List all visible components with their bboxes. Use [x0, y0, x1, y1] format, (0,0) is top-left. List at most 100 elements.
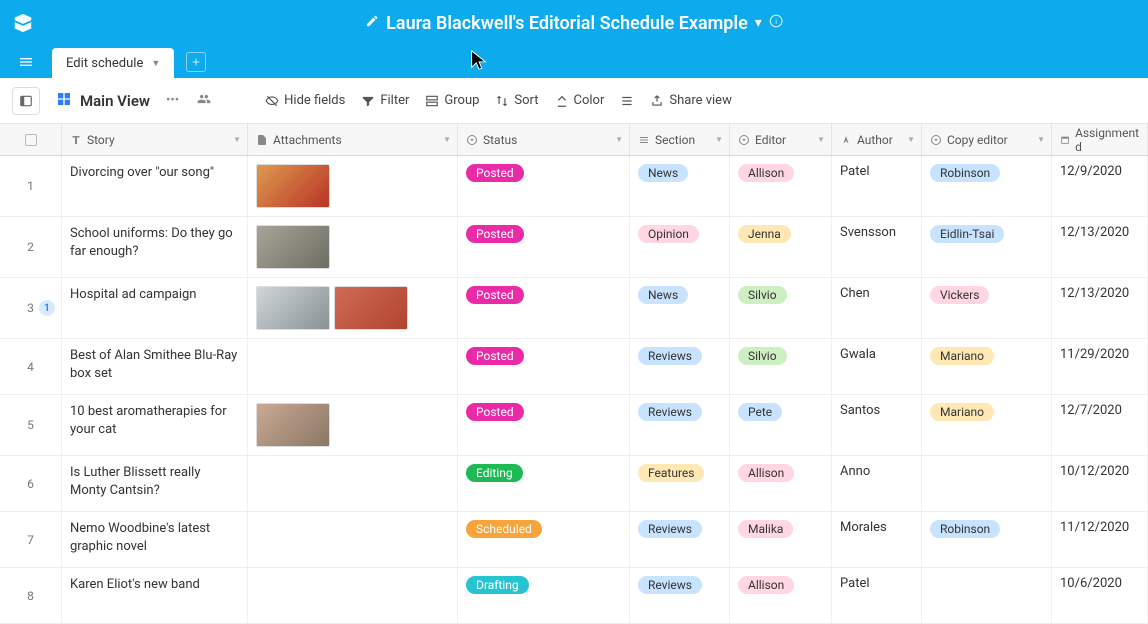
cell-section[interactable]: Reviews: [630, 512, 730, 567]
hide-fields-button[interactable]: Hide fields: [265, 93, 345, 108]
share-view-button[interactable]: Share view: [650, 93, 731, 108]
cell-status[interactable]: Posted: [458, 395, 630, 455]
thumbnail[interactable]: [334, 286, 408, 330]
row-index[interactable]: 7: [0, 512, 62, 567]
cell-story[interactable]: 10 best aromatherapies for your cat: [62, 395, 248, 455]
cell-copy-editor[interactable]: Robinson: [922, 512, 1052, 567]
column-story[interactable]: Story▼: [62, 124, 248, 155]
cell-editor[interactable]: Allison: [730, 156, 832, 216]
column-attachments[interactable]: Attachments▼: [248, 124, 458, 155]
cell-copy-editor[interactable]: Mariano: [922, 395, 1052, 455]
cell-story[interactable]: Hospital ad campaign: [62, 278, 248, 338]
cell-attachments[interactable]: [248, 395, 458, 455]
cell-status[interactable]: Drafting: [458, 568, 630, 623]
view-name[interactable]: Main View: [56, 91, 150, 111]
column-copy-editor[interactable]: Copy editor▼: [922, 124, 1052, 155]
cell-author[interactable]: Chen: [832, 278, 922, 338]
cell-assignment-date[interactable]: 12/13/2020: [1052, 278, 1148, 338]
cell-story[interactable]: Karen Eliot's new band: [62, 568, 248, 623]
cell-author[interactable]: Morales: [832, 512, 922, 567]
cell-author[interactable]: Patel: [832, 156, 922, 216]
cell-status[interactable]: Posted: [458, 339, 630, 394]
cell-section[interactable]: News: [630, 156, 730, 216]
cell-section[interactable]: Features: [630, 456, 730, 511]
thumbnail[interactable]: [256, 164, 330, 208]
table-row[interactable]: 8Karen Eliot's new bandDraftingReviewsAl…: [0, 568, 1148, 624]
sort-button[interactable]: Sort: [495, 93, 538, 108]
cell-attachments[interactable]: [248, 278, 458, 338]
cell-editor[interactable]: Pete: [730, 395, 832, 455]
cell-section[interactable]: Reviews: [630, 339, 730, 394]
row-index[interactable]: 4: [0, 339, 62, 394]
cell-copy-editor[interactable]: [922, 456, 1052, 511]
cell-editor[interactable]: Jenna: [730, 217, 832, 277]
cell-author[interactable]: Santos: [832, 395, 922, 455]
column-editor[interactable]: Editor▼: [730, 124, 832, 155]
chevron-down-icon[interactable]: ▼: [715, 135, 723, 144]
cell-status[interactable]: Scheduled: [458, 512, 630, 567]
cell-status[interactable]: Posted: [458, 278, 630, 338]
color-button[interactable]: Color: [555, 93, 605, 108]
table-row[interactable]: 2School uniforms: Do they go far enough?…: [0, 217, 1148, 278]
table-row[interactable]: 4Best of Alan Smithee Blu-Ray box set Pos…: [0, 339, 1148, 395]
row-index[interactable]: 1: [0, 156, 62, 216]
table-row[interactable]: 6Is Luther Blissett really Monty Cantsin…: [0, 456, 1148, 512]
chevron-down-icon[interactable]: ▼: [817, 135, 825, 144]
base-title[interactable]: Laura Blackwell's Editorial Schedule Exa…: [386, 13, 748, 34]
cell-copy-editor[interactable]: Eidlin-Tsai: [922, 217, 1052, 277]
cell-copy-editor[interactable]: Vickers: [922, 278, 1052, 338]
table-row[interactable]: 7Nemo Woodbine's latest graphic novel Sch…: [0, 512, 1148, 568]
cell-attachments[interactable]: [248, 456, 458, 511]
checkbox-icon[interactable]: [25, 134, 37, 146]
toggle-sidebar-button[interactable]: [12, 87, 40, 115]
cell-assignment-date[interactable]: 11/12/2020: [1052, 512, 1148, 567]
cell-assignment-date[interactable]: 11/29/2020: [1052, 339, 1148, 394]
thumbnail[interactable]: [256, 403, 330, 447]
cell-story[interactable]: Best of Alan Smithee Blu-Ray box set: [62, 339, 248, 394]
row-index[interactable]: 2: [0, 217, 62, 277]
cell-assignment-date[interactable]: 10/6/2020: [1052, 568, 1148, 623]
info-icon[interactable]: i: [769, 14, 783, 32]
thumbnail[interactable]: [256, 225, 330, 269]
app-logo[interactable]: [0, 12, 46, 34]
cell-author[interactable]: Gwala: [832, 339, 922, 394]
column-section[interactable]: Section▼: [630, 124, 730, 155]
cell-copy-editor[interactable]: [922, 568, 1052, 623]
cell-story[interactable]: Is Luther Blissett really Monty Cantsin?: [62, 456, 248, 511]
cell-attachments[interactable]: [248, 512, 458, 567]
cell-author[interactable]: Anno: [832, 456, 922, 511]
cell-editor[interactable]: Malika: [730, 512, 832, 567]
cell-status[interactable]: Posted: [458, 156, 630, 216]
cell-author[interactable]: Svensson: [832, 217, 922, 277]
cell-status[interactable]: Editing: [458, 456, 630, 511]
chevron-down-icon[interactable]: ▾: [755, 15, 762, 31]
table-row[interactable]: 510 best aromatherapies for your cat Post…: [0, 395, 1148, 456]
people-icon[interactable]: [195, 92, 213, 110]
cell-copy-editor[interactable]: Robinson: [922, 156, 1052, 216]
more-icon[interactable]: •••: [166, 93, 179, 108]
cell-editor[interactable]: Allison: [730, 456, 832, 511]
cell-attachments[interactable]: [248, 156, 458, 216]
cell-attachments[interactable]: [248, 339, 458, 394]
thumbnail[interactable]: [256, 286, 330, 330]
chevron-down-icon[interactable]: ▼: [907, 135, 915, 144]
cell-section[interactable]: Reviews: [630, 395, 730, 455]
select-all-column[interactable]: [0, 124, 62, 155]
menu-button[interactable]: [8, 46, 44, 78]
group-button[interactable]: Group: [425, 93, 479, 108]
table-row[interactable]: 31Hospital ad campaignPostedNewsSilvioCh…: [0, 278, 1148, 339]
column-status[interactable]: Status▼: [458, 124, 630, 155]
chevron-down-icon[interactable]: ▼: [615, 135, 623, 144]
row-height-button[interactable]: [620, 94, 634, 108]
cell-assignment-date[interactable]: 12/7/2020: [1052, 395, 1148, 455]
cell-assignment-date[interactable]: 12/9/2020: [1052, 156, 1148, 216]
row-index[interactable]: 5: [0, 395, 62, 455]
cell-story[interactable]: School uniforms: Do they go far enough?: [62, 217, 248, 277]
add-tab-button[interactable]: [186, 52, 206, 72]
cell-copy-editor[interactable]: Mariano: [922, 339, 1052, 394]
chevron-down-icon[interactable]: ▼: [233, 135, 241, 144]
cell-editor[interactable]: Silvio: [730, 278, 832, 338]
table-row[interactable]: 1Divorcing over "our song"PostedNewsAlli…: [0, 156, 1148, 217]
filter-button[interactable]: Filter: [361, 93, 409, 108]
cell-story[interactable]: Nemo Woodbine's latest graphic novel: [62, 512, 248, 567]
